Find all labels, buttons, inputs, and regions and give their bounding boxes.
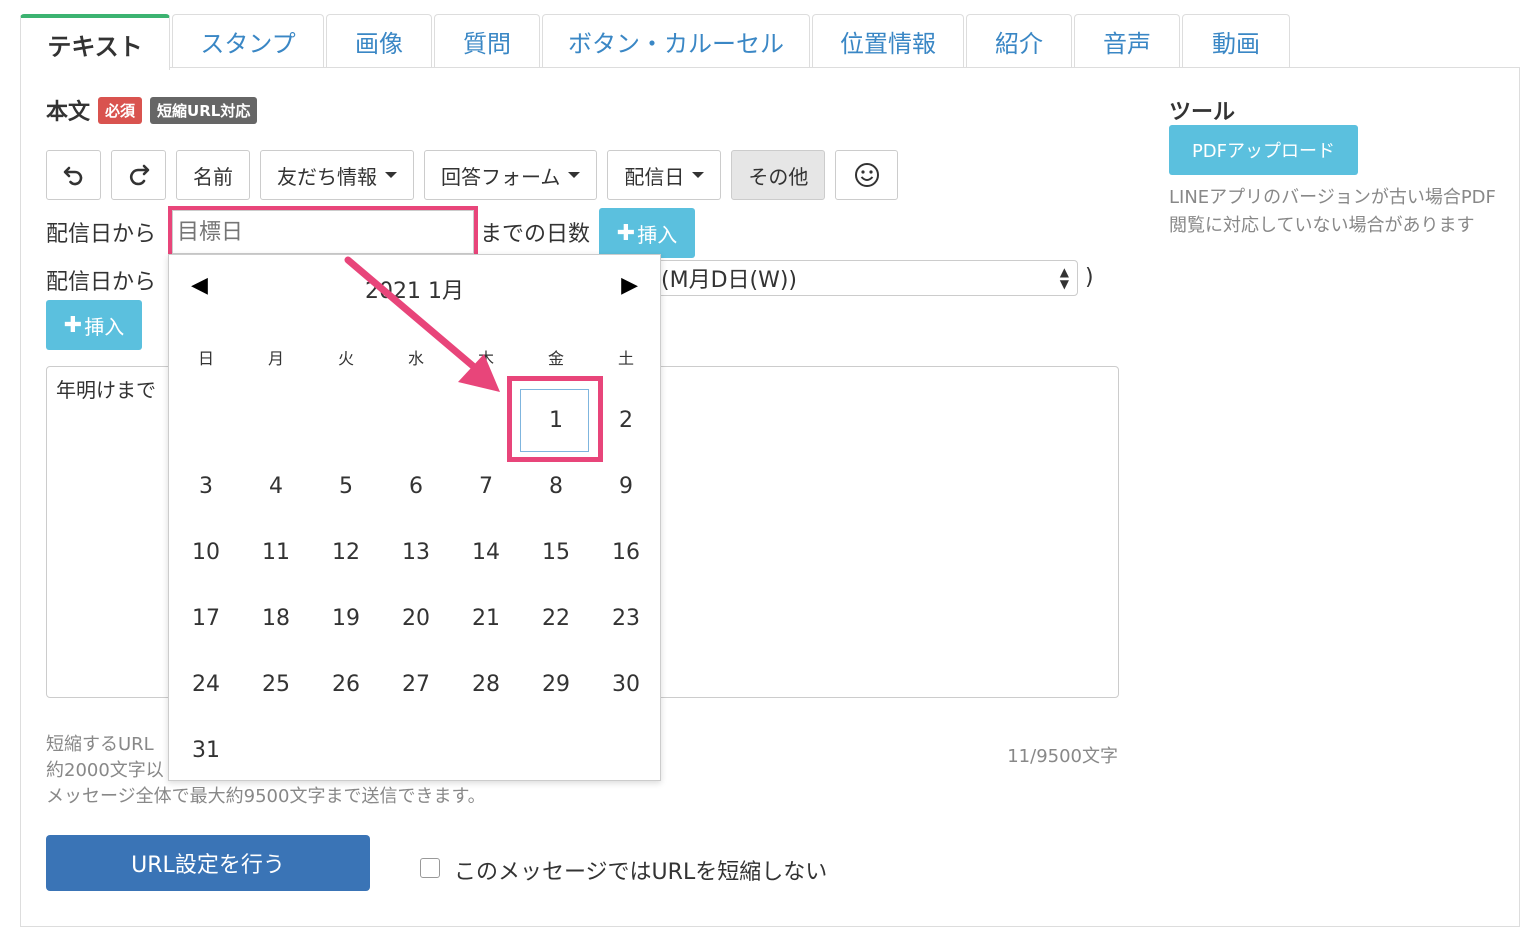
calendar-day[interactable]: 7 bbox=[451, 454, 521, 520]
calendar-day[interactable]: 8 bbox=[521, 454, 591, 520]
select-arrows-icon: ▲ ▼ bbox=[1059, 265, 1069, 291]
friend-info-label: 友だち情報 bbox=[277, 164, 377, 189]
insert-date-button[interactable]: ✚ 挿入 bbox=[46, 300, 142, 350]
pdf-upload-button[interactable]: PDFアップロード bbox=[1169, 125, 1358, 175]
calendar-day[interactable]: 24 bbox=[171, 652, 241, 718]
date-format-label: 配信日から bbox=[46, 270, 157, 295]
insert-label: 挿入 bbox=[637, 222, 678, 247]
calendar-day[interactable]: 16 bbox=[591, 520, 661, 586]
datepicker-header: ◀ 2021 1月 ▶ bbox=[169, 273, 660, 304]
tab-question[interactable]: 質問 bbox=[434, 14, 540, 68]
calendar-day[interactable]: 4 bbox=[241, 454, 311, 520]
caret-down-icon bbox=[692, 172, 705, 178]
calendar-day[interactable]: 3 bbox=[171, 454, 241, 520]
editor-toolbar: 名前 友だち情報 回答フォーム 配信日 その他 bbox=[46, 150, 899, 200]
weekday-header: 日 bbox=[197, 349, 214, 368]
tab-introduction[interactable]: 紹介 bbox=[966, 14, 1072, 68]
tab-text[interactable]: テキスト bbox=[20, 14, 170, 70]
calendar-day[interactable]: 29 bbox=[521, 652, 591, 718]
weekday-header: 月 bbox=[267, 349, 284, 368]
delivery-date-dropdown[interactable]: 配信日 bbox=[607, 150, 722, 200]
calendar-day[interactable]: 26 bbox=[311, 652, 381, 718]
calendar-day[interactable]: 19 bbox=[311, 586, 381, 652]
caret-down-icon bbox=[385, 172, 397, 178]
calendar-day[interactable]: 21 bbox=[451, 586, 521, 652]
body-section-title: 本文 必須 短縮URL対応 bbox=[46, 94, 258, 126]
calendar-day[interactable]: 5 bbox=[311, 454, 381, 520]
body-title: 本文 bbox=[46, 100, 91, 125]
calendar-day[interactable]: 30 bbox=[591, 652, 661, 718]
smiley-icon bbox=[854, 163, 879, 187]
tab-location[interactable]: 位置情報 bbox=[812, 14, 964, 68]
no-shorten-label[interactable]: このメッセージではURLを短縮しない bbox=[454, 854, 827, 886]
char-counter: 11/9500文字 bbox=[1007, 746, 1118, 767]
calendar-day[interactable]: 15 bbox=[521, 520, 591, 586]
calendar-day[interactable]: 23 bbox=[591, 586, 661, 652]
url-settings-button[interactable]: URL設定を行う bbox=[46, 835, 370, 891]
calendar-day[interactable]: 22 bbox=[521, 586, 591, 652]
calendar-day[interactable]: 25 bbox=[241, 652, 311, 718]
days-from-delivery-label: 配信日から bbox=[46, 222, 157, 247]
insert-name-label: 名前 bbox=[193, 164, 233, 189]
calendar-day[interactable]: 9 bbox=[591, 454, 661, 520]
close-paren: ) bbox=[1085, 265, 1094, 290]
next-month-icon[interactable]: ▶ bbox=[621, 273, 638, 298]
datepicker-title: 2021 1月 bbox=[365, 279, 464, 304]
calendar-day[interactable]: 31 bbox=[171, 718, 241, 784]
undo-button[interactable] bbox=[46, 150, 101, 200]
calendar-day[interactable]: 14 bbox=[451, 520, 521, 586]
weekday-header: 土 bbox=[617, 349, 634, 368]
other-label: その他 bbox=[748, 164, 809, 189]
calendar-day[interactable]: 6 bbox=[381, 454, 451, 520]
target-date-highlight bbox=[168, 206, 478, 258]
datepicker-popup: ◀ 2021 1月 ▶ 日月火水木金土 1 2 3 4 5 6 7 8 9 10 11 12 13 14 15… bbox=[168, 254, 661, 781]
short-url-badge: 短縮URL対応 bbox=[150, 96, 258, 124]
message-text: 年明けまで bbox=[56, 378, 156, 402]
answer-form-label: 回答フォーム bbox=[441, 164, 561, 189]
redo-icon bbox=[129, 164, 149, 186]
tab-image[interactable]: 画像 bbox=[326, 14, 432, 68]
weekday-header: 火 bbox=[337, 349, 354, 368]
target-date-input[interactable] bbox=[172, 210, 474, 254]
calendar-day[interactable]: 13 bbox=[381, 520, 451, 586]
tab-video[interactable]: 動画 bbox=[1182, 14, 1290, 68]
calendar-day[interactable]: 17 bbox=[171, 586, 241, 652]
insert-days-button[interactable]: ✚ 挿入 bbox=[599, 208, 695, 258]
weekday-header: 水 bbox=[407, 349, 424, 368]
undo-icon bbox=[63, 166, 82, 186]
required-badge: 必須 bbox=[98, 96, 143, 124]
date-format-value: (M月D日(W)) bbox=[661, 268, 798, 293]
emoji-button[interactable] bbox=[835, 150, 899, 200]
plus-icon: ✚ bbox=[63, 312, 83, 338]
calendar-day[interactable]: 20 bbox=[381, 586, 451, 652]
weekday-header: 金 bbox=[547, 349, 564, 368]
tab-bar: テキスト スタンプ 画像 質問 ボタン・カルーセル 位置情報 紹介 音声 動画 bbox=[20, 14, 1292, 70]
no-shorten-checkbox[interactable] bbox=[420, 858, 440, 878]
insert-label: 挿入 bbox=[84, 314, 125, 339]
friend-info-dropdown[interactable]: 友だち情報 bbox=[260, 150, 414, 200]
delivery-date-label: 配信日 bbox=[624, 164, 685, 189]
calendar-day[interactable]: 28 bbox=[451, 652, 521, 718]
caret-down-icon bbox=[568, 172, 581, 178]
calendar-day[interactable]: 11 bbox=[241, 520, 311, 586]
redo-button[interactable] bbox=[111, 150, 166, 200]
days-until-label: までの日数 bbox=[480, 222, 591, 247]
calendar-day[interactable]: 18 bbox=[241, 586, 311, 652]
insert-name-button[interactable]: 名前 bbox=[176, 150, 250, 200]
tools-title: ツール bbox=[1169, 100, 1236, 125]
weekday-header: 木 bbox=[477, 349, 494, 368]
help-line-3: メッセージ全体で最大約9500文字まで送信できます。 bbox=[46, 786, 486, 807]
pdf-note: LINEアプリのバージョンが古い場合PDF閲覧に対応していない場合があります bbox=[1169, 187, 1496, 236]
other-button[interactable]: その他 bbox=[731, 150, 826, 200]
calendar-day[interactable]: 27 bbox=[381, 652, 451, 718]
day-highlight-box bbox=[507, 376, 603, 462]
plus-icon: ✚ bbox=[616, 220, 636, 246]
tab-stamp[interactable]: スタンプ bbox=[172, 14, 324, 68]
tab-button-carousel[interactable]: ボタン・カルーセル bbox=[542, 14, 810, 68]
tab-audio[interactable]: 音声 bbox=[1074, 14, 1180, 68]
calendar-day[interactable]: 12 bbox=[311, 520, 381, 586]
answer-form-dropdown[interactable]: 回答フォーム bbox=[424, 150, 598, 200]
calendar-day[interactable]: 10 bbox=[171, 520, 241, 586]
